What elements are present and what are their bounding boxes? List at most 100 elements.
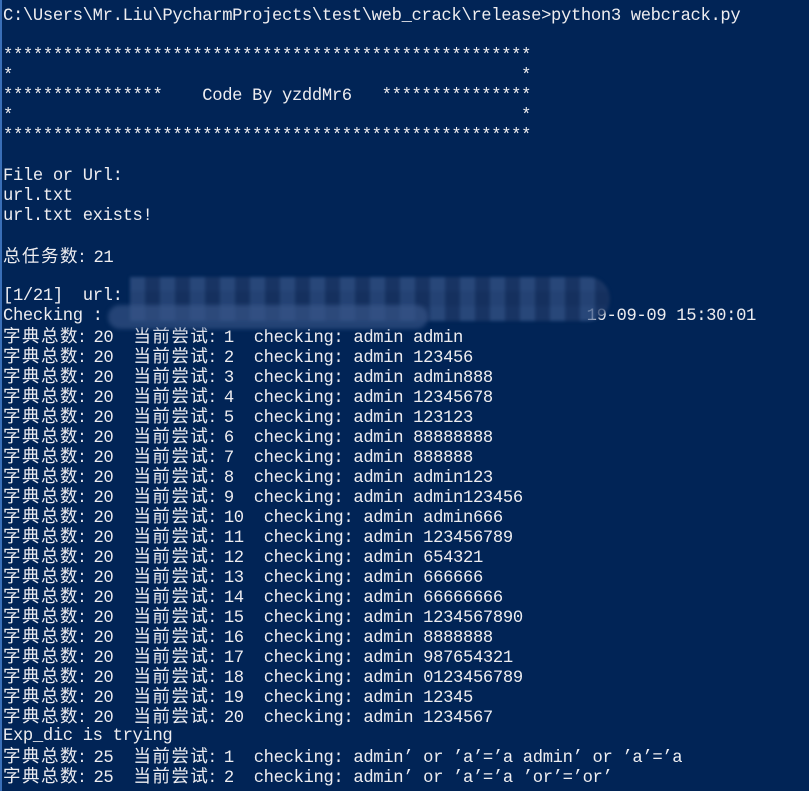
attempt-row: 字典总数: 20 当前尝试: 4 checking: admin 1234567… xyxy=(3,387,809,408)
current-try-label: 当前尝试: xyxy=(133,407,224,427)
current-try-value: 3 xyxy=(223,369,234,388)
attempt-username: admin xyxy=(363,569,414,588)
attempt-username: admin xyxy=(363,589,414,608)
attempt-row: 字典总数: 20 当前尝试: 6 checking: admin 8888888… xyxy=(3,427,809,448)
attempt-password: 123123 xyxy=(413,409,473,428)
attempt-username: admin xyxy=(363,609,414,628)
current-try-value: 15 xyxy=(223,609,244,628)
prompt-command: python3 webcrack.py xyxy=(551,7,741,26)
checking-label: checking: xyxy=(263,649,364,668)
current-try-value: 5 xyxy=(223,409,234,428)
checking-label: checking: xyxy=(253,329,354,348)
checking-label: checking: xyxy=(263,549,364,568)
checking-label: checking: xyxy=(263,669,364,688)
attempt-username: admin xyxy=(353,489,404,508)
dict-total-label: 字典总数: xyxy=(3,627,94,647)
attempt-password: 8888888 xyxy=(423,629,493,648)
attempt-username: admin xyxy=(363,629,414,648)
current-try-value: 7 xyxy=(223,449,234,468)
current-try-value: 6 xyxy=(223,429,234,448)
dict-total-label: 字典总数: xyxy=(3,527,94,547)
attempt-password: admin’ or ’a’=’a xyxy=(522,749,683,768)
dict-total-value: 20 xyxy=(93,629,114,648)
dict-total-value: 20 xyxy=(93,389,114,408)
attempt-username: admin xyxy=(353,449,404,468)
attempt-password: admin123 xyxy=(413,469,493,488)
dict-total-value: 20 xyxy=(93,709,114,728)
current-try-value: 10 xyxy=(223,509,244,528)
attempt-username: admin xyxy=(353,469,404,488)
dict-total-label: 字典总数: xyxy=(3,327,94,347)
attempt-password: admin123456 xyxy=(413,489,523,508)
attempt-password: admin666 xyxy=(423,509,503,528)
checking-label: checking: xyxy=(253,429,354,448)
dict-total-label: 字典总数: xyxy=(3,567,94,587)
current-try-label: 当前尝试: xyxy=(133,647,224,667)
task-progress: [1/21] xyxy=(3,287,63,306)
dict-total-value: 20 xyxy=(93,649,114,668)
input-prompt-label: File or Url: xyxy=(3,167,123,186)
attempt-username: admin xyxy=(363,649,414,668)
checking-label: checking: xyxy=(253,489,354,508)
checking-label: checking: xyxy=(253,349,354,368)
attempt-username: admin xyxy=(353,409,404,428)
attempt-row: 字典总数: 25 当前尝试: 1 checking: admin’ or ’a’… xyxy=(3,747,809,768)
current-try-label: 当前尝试: xyxy=(133,767,224,787)
attempt-row: 字典总数: 20 当前尝试: 19 checking: admin 12345 xyxy=(3,687,809,708)
current-try-value: 4 xyxy=(223,389,234,408)
dict-total-label: 字典总数: xyxy=(3,707,94,727)
current-try-value: 16 xyxy=(223,629,244,648)
current-try-label: 当前尝试: xyxy=(133,547,224,567)
checking-label: checking: xyxy=(253,389,354,408)
dict-total-value: 20 xyxy=(93,669,114,688)
current-try-label: 当前尝试: xyxy=(133,427,224,447)
checking-label: checking: xyxy=(253,469,354,488)
dict-total-value: 20 xyxy=(93,549,114,568)
attempt-username: admin xyxy=(363,689,414,708)
current-try-label: 当前尝试: xyxy=(133,347,224,367)
attempt-password: ’or’=’or’ xyxy=(522,769,613,788)
attempt-row: 字典总数: 20 当前尝试: 5 checking: admin 123123 xyxy=(3,407,809,428)
dict-total-value: 20 xyxy=(93,609,114,628)
banner-line: ****************************************… xyxy=(3,47,532,66)
exp-attempt-list: 字典总数: 25 当前尝试: 1 checking: admin’ or ’a’… xyxy=(3,747,809,788)
attempt-row: 字典总数: 20 当前尝试: 9 checking: admin admin12… xyxy=(3,487,809,508)
attempt-username: admin’ or ’a’=’a xyxy=(353,769,513,788)
current-try-value: 1 xyxy=(223,749,234,768)
attempt-password: 66666666 xyxy=(423,589,503,608)
powershell-console[interactable]: C:\Users\Mr.Liu\PycharmProjects\test\web… xyxy=(0,0,809,791)
command-prompt-line: C:\Users\Mr.Liu\PycharmProjects\test\web… xyxy=(3,7,809,27)
